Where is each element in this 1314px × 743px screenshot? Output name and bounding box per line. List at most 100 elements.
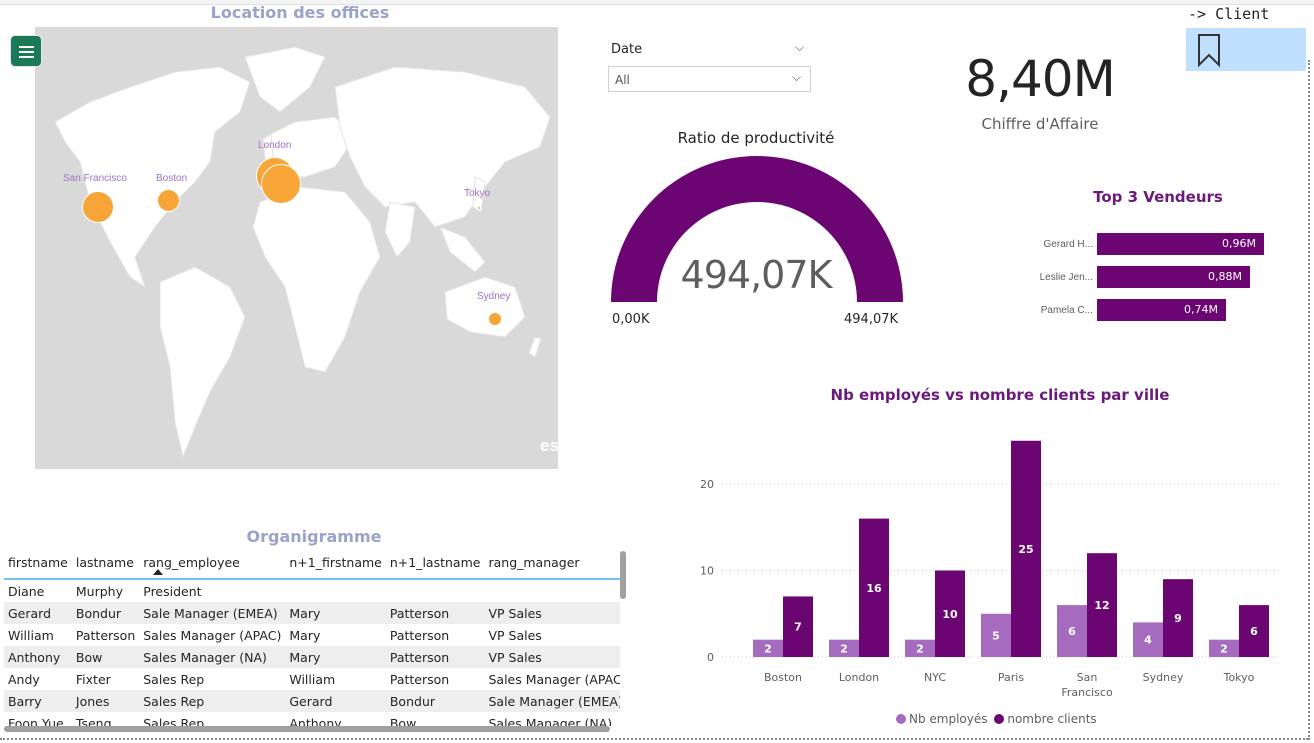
table-cell: Sales Rep <box>143 671 205 687</box>
table-cell: Murphy <box>75 583 123 599</box>
world-map-svg <box>54 46 551 459</box>
gauge-title: Ratio de productivité <box>677 129 835 147</box>
table-cell: VP Sales <box>484 646 620 668</box>
table-row[interactable]: William Patterson Sales Manager (APAC) Mary… <box>4 624 620 646</box>
bar-data-label: 2 <box>1220 642 1228 655</box>
table-cell: Bow <box>71 646 140 668</box>
india-shape <box>384 201 416 258</box>
table-cell: Bondur <box>385 690 485 712</box>
table-row[interactable]: Foon Yue Tseng Sales Rep Anthony Bow Sales Ma… <box>4 712 620 727</box>
se-asia-shape <box>439 226 486 273</box>
date-slicer-dropdown[interactable]: All ⌵ <box>608 66 811 92</box>
seller-name: Pamela C... <box>1040 305 1093 316</box>
column-header[interactable]: lastname <box>71 550 140 580</box>
gauge-max: 494,07K <box>844 312 899 327</box>
table-cell: Patterson <box>385 646 485 668</box>
table-cell: Barry <box>4 690 72 712</box>
kpi-label: Chiffre d'Affaire <box>981 115 1099 133</box>
page-bottom-border <box>0 738 1308 740</box>
table-cell: Bow <box>389 715 417 727</box>
bookmark-icon <box>1198 34 1220 68</box>
bar-data-label: 5 <box>992 629 1000 642</box>
hamburger-menu-icon[interactable] <box>10 35 42 67</box>
x-tick-label: Tokyo <box>1223 671 1255 684</box>
x-tick-label: London <box>839 671 879 684</box>
seller-bar[interactable]: 0,96M <box>1097 233 1264 255</box>
bubble-boston[interactable] <box>157 189 180 212</box>
africa-shape <box>252 186 381 373</box>
table-cell: Sales Manager (APAC) <box>488 671 620 687</box>
table-row[interactable]: Barry Jones Sales Rep Gerard Bondur Sale Mana… <box>4 690 620 712</box>
city-label-london: London <box>258 140 292 151</box>
x-tick-label: Sydney <box>1143 671 1184 684</box>
table-cell: Anthony <box>289 715 342 727</box>
gauge-value: 494,07K <box>680 253 833 297</box>
employees-clients-bar-chart[interactable]: 0 10 20 2 7 Boston 2 16 London 2 10 NYC 5 25 Paris 6 12 S… <box>690 430 1280 705</box>
table-row[interactable]: Andy Fixter Sales Rep William Patterson Sales… <box>4 668 620 690</box>
south-america-shape <box>159 266 246 459</box>
seller-name: Leslie Jen... <box>1039 272 1093 283</box>
city-label-tokyo: Tokyo <box>464 188 491 199</box>
table-cell: Andy <box>8 671 40 687</box>
city-label-boston: Boston <box>156 173 188 184</box>
top-rule <box>0 0 1314 5</box>
table-cell: Gerard <box>4 602 72 624</box>
table-cell: Patterson <box>75 627 136 643</box>
table-cell: Anthony <box>4 646 72 668</box>
table-cell: Patterson <box>389 627 450 643</box>
dropdown-chevron-icon: ⌵ <box>792 70 802 84</box>
bubble-sydney[interactable] <box>488 312 502 326</box>
table-cell: Sales Rep <box>139 690 286 712</box>
x-tick-label: San <box>1077 671 1098 684</box>
column-header[interactable]: n+1_firstname <box>285 550 386 580</box>
chevron-down-icon[interactable]: ⌵ <box>795 40 804 55</box>
column-header[interactable]: n+1_lastname <box>385 550 485 580</box>
table-cell: Mary <box>285 646 386 668</box>
bubble-london-2[interactable] <box>261 164 301 204</box>
table-cell: Patterson <box>389 671 450 687</box>
seller-bar[interactable]: 0,74M <box>1097 299 1226 321</box>
legend-label-employees: Nb employés <box>909 712 988 726</box>
client-nav-link[interactable]: -> Client <box>1188 5 1269 23</box>
table-cell: Sales Rep <box>143 715 205 727</box>
table-cell: Sales Manager (NA) <box>488 715 613 727</box>
city-label-sydney: Sydney <box>477 291 511 302</box>
y-tick-label: 10 <box>700 565 714 578</box>
table-cell: Sales Manager (APAC) <box>143 627 282 643</box>
date-slicer-value: All <box>615 73 630 87</box>
bar-data-label: 10 <box>942 608 958 621</box>
bar-data-label: 25 <box>1018 543 1033 556</box>
bubble-tokyo[interactable] <box>477 206 481 210</box>
legend-label-clients: nombre clients <box>1007 712 1097 726</box>
table-cell <box>484 579 620 602</box>
seller-bar[interactable]: 0,88M <box>1097 266 1250 288</box>
bubble-san-francisco[interactable] <box>82 191 114 223</box>
table-row[interactable]: Gerard Bondur Sale Manager (EMEA) Mary Patte… <box>4 602 620 624</box>
bar-data-label: 4 <box>1144 634 1152 647</box>
column-header[interactable]: firstname <box>4 550 72 580</box>
table-cell: Sales Manager (NA) <box>139 646 286 668</box>
sort-ascending-icon[interactable] <box>153 569 163 575</box>
x-tick-label: Boston <box>764 671 802 684</box>
table-horizontal-scrollbar[interactable] <box>4 726 610 732</box>
table-cell: Bondur <box>71 602 140 624</box>
org-table-container[interactable]: firstname lastname rang_employee n+1_firstn… <box>4 550 620 726</box>
bookmark-button[interactable] <box>1186 28 1306 71</box>
bar-data-label: 2 <box>764 642 772 655</box>
org-table: firstname lastname rang_employee n+1_firstn… <box>4 550 620 726</box>
greenland-shape <box>244 46 326 113</box>
city-label-san-francisco: San Francisco <box>63 173 127 184</box>
chart-legend: Nb employés nombre clients <box>896 712 1097 726</box>
table-cell: Gerard <box>285 690 386 712</box>
table-vertical-scrollbar[interactable] <box>620 551 626 599</box>
seller-name: Gerard H... <box>1043 239 1093 250</box>
office-map[interactable]: San Francisco Boston London Tokyo Sydney <box>35 27 558 469</box>
legend-dot-clients <box>994 714 1005 724</box>
australia-shape <box>444 276 526 338</box>
table-cell: Mary <box>289 627 321 643</box>
table-row[interactable]: Diane Murphy President <box>4 579 620 602</box>
column-header[interactable]: rang_manager <box>484 550 620 580</box>
table-row[interactable]: Anthony Bow Sales Manager (NA) Mary Patterso… <box>4 646 620 668</box>
legend-dot-employees <box>896 714 906 724</box>
bar-data-label: 9 <box>1174 612 1182 625</box>
